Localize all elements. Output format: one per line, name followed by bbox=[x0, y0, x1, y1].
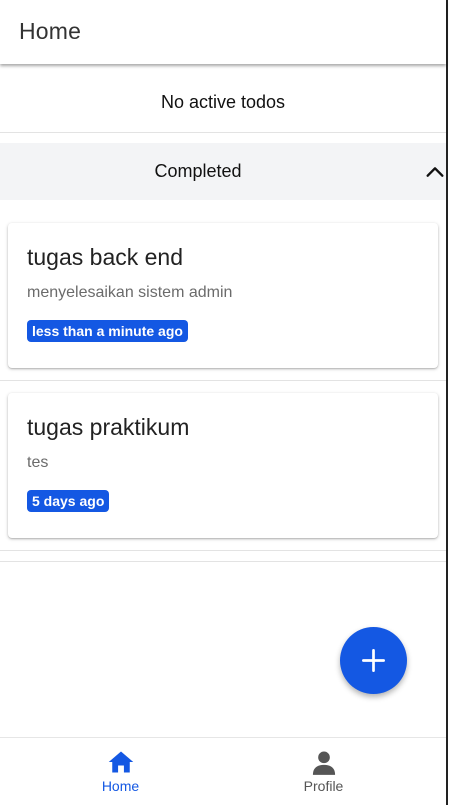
todo-card[interactable]: tugas praktikum tes 5 days ago bbox=[8, 393, 438, 538]
completed-section-label: Completed bbox=[154, 161, 242, 181]
divider bbox=[0, 380, 446, 381]
nav-item-label: Profile bbox=[303, 778, 344, 794]
home-icon bbox=[108, 751, 134, 773]
page-title: Home bbox=[19, 18, 82, 44]
completed-section-toggle[interactable]: Completed bbox=[0, 143, 446, 200]
divider bbox=[0, 561, 446, 562]
bottom-navigation: Home Profile bbox=[0, 737, 446, 806]
todo-description: tes bbox=[27, 454, 49, 471]
todo-description: menyelesaikan sistem admin bbox=[27, 284, 233, 301]
chevron-up-icon bbox=[426, 167, 444, 177]
todo-time-badge: less than a minute ago bbox=[27, 320, 188, 342]
app-screen: Home No active todos Completed tugas bac… bbox=[0, 0, 448, 806]
app-bar: Home bbox=[0, 0, 446, 64]
person-icon bbox=[312, 751, 336, 775]
todo-card[interactable]: tugas back end menyelesaikan sistem admi… bbox=[8, 223, 438, 368]
empty-active-todos-message: No active todos bbox=[160, 92, 286, 112]
nav-item-label: Home bbox=[101, 778, 140, 794]
todo-title: tugas back end bbox=[27, 244, 184, 270]
todo-title: tugas praktikum bbox=[27, 414, 190, 440]
add-todo-button[interactable] bbox=[340, 627, 407, 694]
divider bbox=[0, 132, 446, 133]
plus-icon bbox=[362, 649, 385, 672]
divider bbox=[0, 550, 446, 551]
todo-time-badge: 5 days ago bbox=[27, 490, 110, 512]
nav-item-profile[interactable]: Profile bbox=[212, 738, 435, 806]
nav-item-home[interactable]: Home bbox=[9, 738, 232, 806]
